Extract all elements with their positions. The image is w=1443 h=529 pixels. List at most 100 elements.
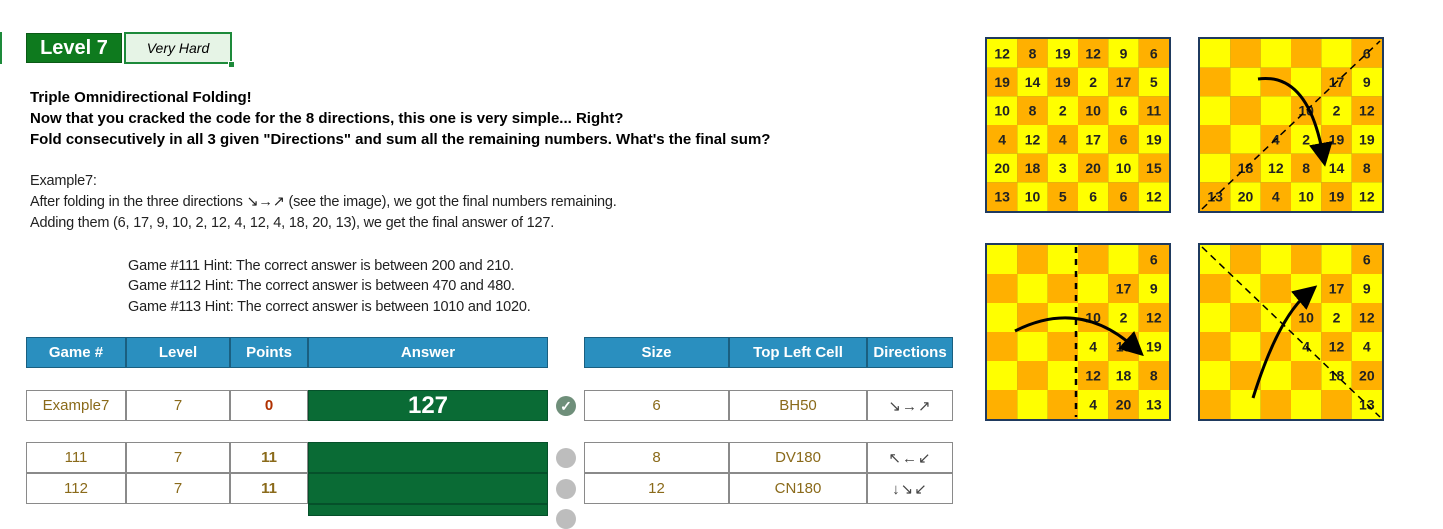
grid-cell (1230, 303, 1261, 332)
grid-cell (1078, 274, 1109, 303)
selection-fill-handle[interactable] (228, 61, 235, 68)
grid-cell (1047, 361, 1078, 390)
grid-number: 17 (1116, 74, 1132, 90)
grid-cell (987, 390, 1018, 419)
header-directions: Directions (867, 337, 953, 368)
grid-cell (1291, 390, 1322, 419)
grid-cell (1321, 390, 1352, 419)
grid-number: 8 (1029, 45, 1037, 61)
grid-number: 19 (1055, 45, 1071, 61)
table-row-level: 7 (126, 442, 230, 473)
grid-number: 19 (994, 74, 1010, 90)
grid-number: 19 (1116, 339, 1132, 355)
table-row-directions: ↓↘↙ (867, 473, 953, 504)
grid-cell (1260, 274, 1291, 303)
grid-number: 10 (1116, 160, 1132, 176)
grid-number: 20 (1238, 189, 1254, 205)
grid-number: 12 (1146, 189, 1162, 205)
grid-cell (1200, 303, 1231, 332)
intro-line-2: Now that you cracked the code for the 8 … (30, 110, 624, 127)
grid-cell (1017, 245, 1048, 274)
grid-number: 12 (1359, 310, 1375, 326)
table-row-points: 0 (230, 390, 308, 421)
grid-cell (1291, 361, 1322, 390)
grid-number: 8 (1150, 368, 1158, 384)
grid-number: 19 (1329, 189, 1345, 205)
answer-input[interactable] (308, 504, 548, 516)
answer-input[interactable] (308, 473, 548, 504)
grid-number: 20 (1085, 160, 1101, 176)
grid-number: 2 (1333, 103, 1341, 119)
example-line-1: After folding in the three directions ↘→… (30, 194, 617, 210)
grid-cell (1260, 96, 1291, 125)
grid-cell (1230, 39, 1261, 68)
difficulty-cell[interactable]: Very Hard (124, 32, 232, 64)
grid-number: 8 (1363, 160, 1371, 176)
grid-number: 9 (1120, 45, 1128, 61)
grid-number: 14 (1329, 160, 1345, 176)
table-row-game: 112 (26, 473, 126, 504)
grid-number: 12 (994, 45, 1010, 61)
example-title: Example7: (30, 173, 97, 189)
grid-number: 8 (1029, 103, 1037, 119)
grid-number: 19 (1359, 131, 1375, 147)
grid-cell (1047, 332, 1078, 361)
grid-number: 13 (994, 189, 1010, 205)
grid-number: 10 (1025, 189, 1041, 205)
grid-cell (1230, 96, 1261, 125)
grid-number: 18 (1116, 368, 1132, 384)
grid-cell (1047, 245, 1078, 274)
header-points: Points (230, 337, 308, 368)
grid-cell (987, 303, 1018, 332)
header-game: Game # (26, 337, 126, 368)
grid-number: 2 (1333, 310, 1341, 326)
table-row-level: 7 (126, 390, 230, 421)
answer-input[interactable]: 127 (308, 390, 548, 421)
grid-cell (987, 245, 1018, 274)
grid-number: 2 (1059, 103, 1067, 119)
grid-cell (1230, 125, 1261, 154)
table-row-directions: ↘→↗ (867, 390, 953, 421)
grid-number: 6 (1150, 252, 1158, 268)
grid-number: 5 (1059, 189, 1067, 205)
grid-cell (1047, 390, 1078, 419)
grid-number: 6 (1120, 103, 1128, 119)
grid-number: 19 (1146, 339, 1162, 355)
grid-number: 12 (1085, 45, 1101, 61)
grid-number: 20 (994, 160, 1010, 176)
header-level: Level (126, 337, 230, 368)
grid-cell (1200, 274, 1231, 303)
grid-number: 10 (1085, 103, 1101, 119)
table-row-top-left-cell: BH50 (729, 390, 867, 421)
grid-cell (1260, 390, 1291, 419)
grid-number: 12 (1268, 160, 1284, 176)
intro-title: Triple Omnidirectional Folding! (30, 89, 252, 106)
grid-number: 6 (1150, 45, 1158, 61)
grid-number: 12 (1359, 103, 1375, 119)
table-row-size: 6 (584, 390, 729, 421)
grey-circle-icon (556, 448, 576, 468)
table-row-game: 111 (26, 442, 126, 473)
grid-cell (1291, 39, 1322, 68)
grid-cell (1230, 67, 1261, 97)
grid-cell (1017, 332, 1048, 361)
header-size: Size (584, 337, 729, 368)
example-grid-original: 12 8 19 12 9 6 19 14 19 2 17 5 10 8 2 10 6 11 4 12 4 17 6 19 20 1… (985, 37, 1171, 213)
grid-cell (1200, 96, 1231, 125)
grid-cell (1017, 361, 1048, 390)
hint-112: Game #112 Hint: The correct answer is be… (128, 278, 515, 294)
grey-circle-icon (556, 509, 576, 529)
grid-number: 4 (1363, 339, 1371, 355)
grid-number: 4 (1089, 339, 1097, 355)
level-badge: Level 7 (26, 33, 122, 63)
grid-number: 2 (1120, 310, 1128, 326)
grid-cell (987, 332, 1018, 361)
grid-cell (1200, 390, 1231, 419)
grid-cell (1017, 274, 1048, 303)
hint-113: Game #113 Hint: The correct answer is be… (128, 299, 531, 315)
example-grid-fold-2: 617 910 2 124 19 1912 18 84 20 13 (985, 243, 1171, 421)
grid-number: 2 (1302, 131, 1310, 147)
grid-number: 18 (1025, 160, 1041, 176)
grid-number: 6 (1089, 189, 1097, 205)
answer-input[interactable] (308, 442, 548, 473)
